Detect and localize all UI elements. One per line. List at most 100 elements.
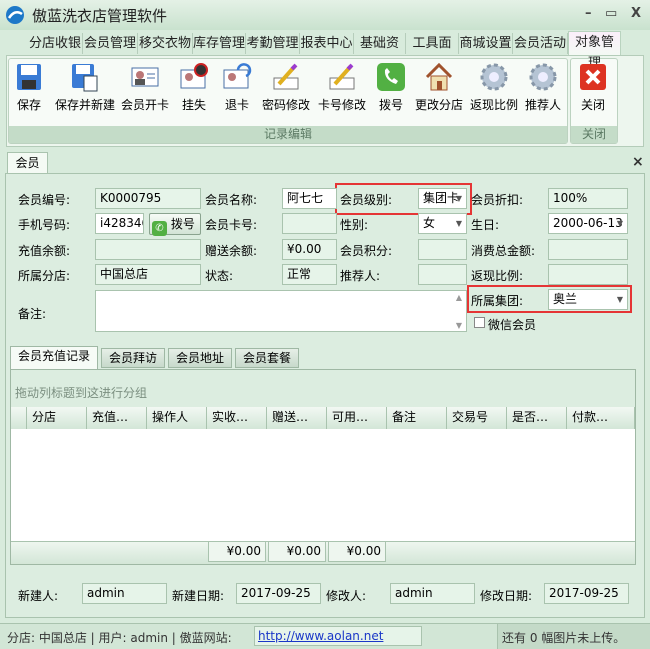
menu-tab-9[interactable]: 会员活动 <box>513 33 568 54</box>
gender-label: 性别: <box>340 218 369 232</box>
birthday-select[interactable]: 2000-06-13 ▼ <box>548 213 628 234</box>
scrollbar[interactable]: ▲ ▼ <box>452 291 466 331</box>
member_no-input[interactable]: K0000795 <box>95 188 201 209</box>
ribbon-button-save-new[interactable]: 保存并新建 <box>55 62 115 117</box>
column-header[interactable]: 实收… <box>207 407 267 429</box>
phone-input[interactable]: i428346 <box>95 213 144 234</box>
minimize-button[interactable]: – <box>585 6 592 21</box>
menu-tab-4[interactable]: 考勤管理 <box>246 33 300 54</box>
created-input[interactable]: 2017-09-25 <box>236 583 321 604</box>
status-input[interactable]: 正常 <box>282 264 337 285</box>
discount-value: 100% <box>553 191 588 205</box>
member_no-label: 会员编号: <box>18 193 71 207</box>
phone-icon <box>377 63 405 91</box>
menu-tab-0[interactable]: 分店收银 <box>28 33 83 54</box>
column-header[interactable]: 备注 <box>387 407 447 429</box>
subtab-3[interactable]: 会员套餐 <box>235 348 299 368</box>
ribbon-button-close[interactable]: 关闭 <box>565 62 621 117</box>
member_level-value: 集团卡 <box>423 191 460 205</box>
cashback-label: 返现比例: <box>471 269 524 283</box>
modifier-input[interactable]: admin <box>390 583 475 604</box>
footer-sum: ¥0.00 <box>268 541 326 562</box>
modified-input[interactable]: 2017-09-25 <box>544 583 629 604</box>
chevron-down-icon: ▼ <box>455 219 462 228</box>
upload-status: 还有 0 幅图片未上传。 <box>502 631 626 645</box>
creator-input[interactable]: admin <box>82 583 167 604</box>
edit-password-icon <box>273 63 299 90</box>
gender-value: 女 <box>423 216 436 230</box>
wechat-label: 微信会员 <box>488 318 537 332</box>
cashback-input[interactable] <box>548 264 628 285</box>
maximize-button[interactable]: ▭ <box>605 6 617 21</box>
menu-tab-2[interactable]: 移交衣物 <box>138 33 193 54</box>
subtab-0[interactable]: 会员充值记录 <box>10 346 98 369</box>
birthday-value: 2000-06-13 <box>553 216 623 230</box>
member_no-value: K0000795 <box>100 191 162 205</box>
menu-tab-5[interactable]: 报表中心 <box>300 33 354 54</box>
subtab-1[interactable]: 会员拜访 <box>101 348 165 368</box>
website-link[interactable]: http://www.aolan.net <box>258 629 383 643</box>
group-label: 记录编辑 <box>9 126 567 143</box>
column-header[interactable]: 可用… <box>327 407 387 429</box>
modified-label: 修改日期: <box>480 589 533 603</box>
close-doc-icon[interactable]: × <box>632 154 644 170</box>
title-bar: 傲蓝洗衣店管理软件 – ▭ X <box>0 0 650 30</box>
column-header[interactable]: 是否… <box>507 407 567 429</box>
points-input[interactable] <box>418 239 467 260</box>
branch-label: 所属分店: <box>18 269 71 283</box>
dial-button[interactable]: ✆ 拨号 <box>149 213 201 236</box>
member_level-label: 会员级别: <box>340 193 393 207</box>
footer-sum: ¥0.00 <box>208 541 266 562</box>
referrer-input[interactable] <box>418 264 467 285</box>
group-label: 关闭 <box>571 126 617 143</box>
member-card-icon <box>131 67 159 87</box>
group-label: 所属集团: <box>471 294 524 308</box>
column-header[interactable]: 操作人 <box>147 407 207 429</box>
branch-input[interactable]: 中国总店 <box>95 264 201 285</box>
ribbon-button-edit-password[interactable]: 密码修改 <box>258 62 314 117</box>
close-window-button[interactable]: X <box>631 6 641 21</box>
chevron-down-icon: ▼ <box>616 219 623 228</box>
menu-tab-1[interactable]: 会员管理 <box>83 33 138 54</box>
member_name-value: 阿七七 <box>287 191 324 205</box>
gender-select[interactable]: 女 ▼ <box>418 213 467 234</box>
remarks-textarea[interactable]: ▲ ▼ <box>95 290 467 332</box>
wechat-checkbox[interactable] <box>474 317 485 328</box>
tab-member[interactable]: 会员 <box>7 152 48 174</box>
member_name-input[interactable]: 阿七七 <box>282 188 337 209</box>
card_no-input[interactable] <box>282 213 337 234</box>
ribbon-button-house[interactable]: 更改分店 <box>411 62 467 117</box>
recharge_balance-input[interactable] <box>95 239 201 260</box>
total_spent-input[interactable] <box>548 239 628 260</box>
grid-body <box>11 429 635 542</box>
save-new-icon <box>72 64 98 92</box>
remarks-label: 备注: <box>18 307 47 321</box>
column-header[interactable]: 赠送… <box>267 407 327 429</box>
window-title: 傲蓝洗衣店管理软件 <box>32 7 168 25</box>
menu-tab-8[interactable]: 商城设置 <box>459 33 513 54</box>
gift_balance-label: 赠送余额: <box>205 244 258 258</box>
group-select[interactable]: 奥兰 ▼ <box>548 289 628 310</box>
menu-tab-7[interactable]: 工具面 <box>406 33 459 54</box>
ribbon-button-save[interactable]: 保存 <box>1 62 57 117</box>
column-header[interactable]: 充值… <box>87 407 147 429</box>
recharge-grid: 拖动列标题到这进行分组 <box>10 369 636 565</box>
return-card-icon <box>223 63 252 89</box>
column-header[interactable]: 分店 <box>27 407 87 429</box>
gift_balance-input[interactable]: ¥0.00 <box>282 239 337 260</box>
discount-input[interactable]: 100% <box>548 188 628 209</box>
menu-tab-10[interactable]: 对象管理 <box>568 31 621 71</box>
subtab-2[interactable]: 会员地址 <box>168 348 232 368</box>
edit-card-icon <box>329 63 355 90</box>
column-header[interactable]: 付款… <box>567 407 635 429</box>
member_level-select[interactable]: 集团卡 ▼ <box>418 188 467 209</box>
creator-label: 新建人: <box>18 589 59 603</box>
report-loss-icon <box>180 63 208 89</box>
menu-tab-6[interactable]: 基础资 <box>354 33 406 54</box>
row-indicator-header <box>11 407 27 429</box>
gear-icon <box>529 63 557 91</box>
menu-tab-3[interactable]: 库存管理 <box>193 33 246 54</box>
group-value: 奥兰 <box>553 292 578 306</box>
discount-label: 会员折扣: <box>471 193 524 207</box>
column-header[interactable]: 交易号 <box>447 407 507 429</box>
